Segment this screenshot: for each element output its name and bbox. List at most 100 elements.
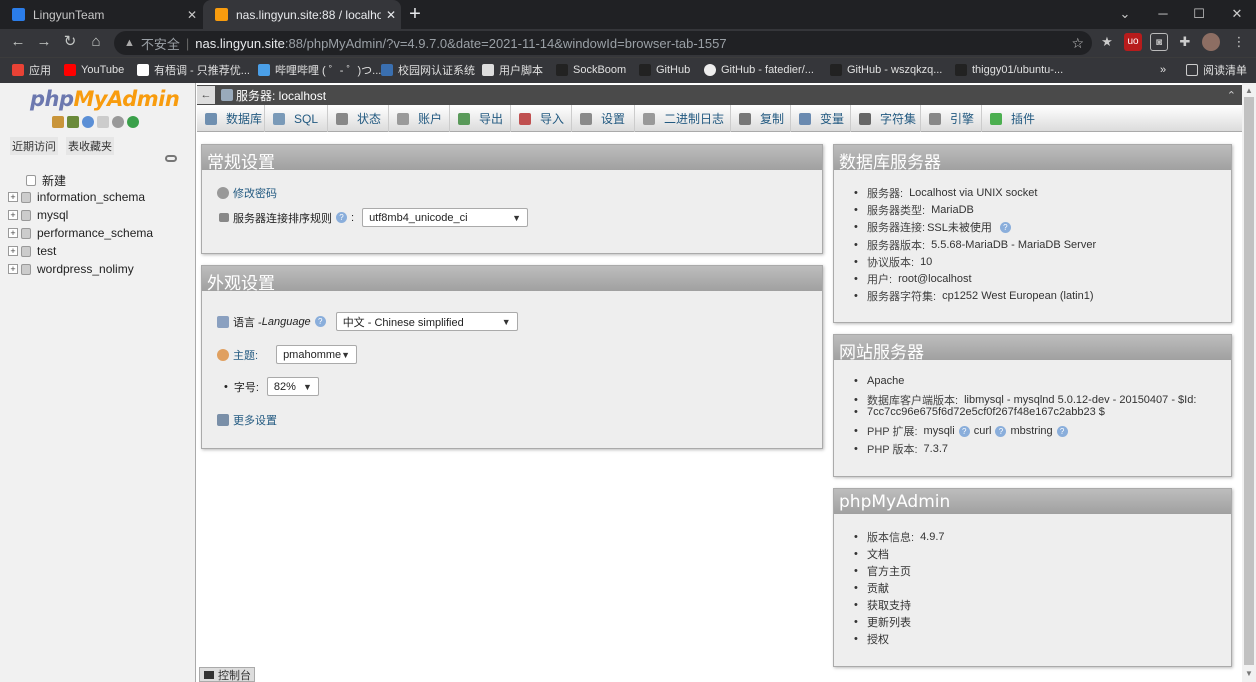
tab-recent[interactable]: 近期访问 bbox=[10, 137, 58, 155]
scrollbar-thumb[interactable] bbox=[1244, 97, 1254, 665]
tree-db-test[interactable]: + test bbox=[8, 244, 56, 258]
bookmark-github-fatedier[interactable]: GitHub - fatedier/... bbox=[704, 61, 814, 79]
extension-face-icon[interactable]: ◙ bbox=[1150, 33, 1168, 51]
license-link[interactable]: 授权 bbox=[854, 631, 889, 647]
help-icon[interactable]: ? bbox=[1056, 425, 1068, 437]
reload-icon[interactable]: ↻ bbox=[59, 32, 81, 52]
tab-settings[interactable]: 设置 bbox=[572, 105, 635, 132]
changelog-link[interactable]: 更新列表 bbox=[854, 614, 911, 630]
tree-db-mysql[interactable]: + mysql bbox=[8, 208, 68, 222]
fontsize-select[interactable]: 82% ▼ bbox=[266, 377, 319, 396]
tab-accounts[interactable]: 账户 bbox=[389, 105, 450, 132]
home-icon[interactable]: ⌂ bbox=[85, 32, 107, 52]
docs-icon[interactable] bbox=[97, 116, 109, 128]
tree-new-database[interactable]: 新建 bbox=[26, 172, 66, 189]
tree-db-performance-schema[interactable]: + performance_schema bbox=[8, 226, 153, 240]
help-icon[interactable]: ? bbox=[958, 425, 970, 437]
tab-sql[interactable]: SQL bbox=[265, 105, 328, 132]
more-menu-icon[interactable]: ⋮ bbox=[1230, 33, 1248, 51]
collapse-navigation-icon[interactable]: ← bbox=[197, 86, 215, 104]
reload-icon[interactable] bbox=[127, 116, 139, 128]
expand-icon[interactable]: + bbox=[8, 264, 18, 274]
help-icon[interactable]: ? bbox=[995, 425, 1007, 437]
bookmark-campus-auth[interactable]: 校园网认证系统 bbox=[381, 61, 475, 79]
docs-link[interactable]: 文档 bbox=[854, 546, 889, 562]
minimize-icon[interactable]: ─ bbox=[1144, 4, 1182, 24]
expand-icon[interactable]: + bbox=[8, 192, 18, 202]
tab-search-chevron-down-icon[interactable]: ⌄ bbox=[1106, 4, 1144, 24]
bookmark-userscripts[interactable]: 用户脚本 bbox=[482, 61, 543, 79]
new-tab-icon[interactable]: + bbox=[403, 4, 427, 26]
theme-label[interactable]: 主题: bbox=[233, 347, 258, 363]
tree-db-information-schema[interactable]: + information_schema bbox=[8, 190, 145, 204]
bookmark-github[interactable]: GitHub bbox=[639, 61, 690, 79]
expand-icon[interactable]: + bbox=[8, 228, 18, 238]
tab-binlog[interactable]: 二进制日志 bbox=[635, 105, 731, 132]
puzzle-icon[interactable]: ✚ bbox=[1176, 33, 1194, 51]
avatar[interactable] bbox=[1202, 33, 1220, 51]
bookmark-youshuitiao[interactable]: 有梧调 - 只推荐优... bbox=[137, 61, 250, 79]
help-icon[interactable]: ? bbox=[999, 221, 1011, 233]
reading-list[interactable]: 阅读清单 bbox=[1186, 61, 1247, 79]
support-link[interactable]: 获取支持 bbox=[854, 597, 911, 613]
tab-import[interactable]: 导入 bbox=[511, 105, 572, 132]
tab-charsets[interactable]: 字符集 bbox=[851, 105, 921, 132]
back-arrow-icon[interactable]: ← bbox=[7, 32, 29, 52]
expand-icon[interactable]: + bbox=[8, 246, 18, 256]
gear-icon[interactable] bbox=[112, 116, 124, 128]
console-toggle[interactable]: 控制台 bbox=[199, 667, 255, 682]
collation-select[interactable]: utf8mb4_unicode_ci ▼ bbox=[362, 208, 529, 227]
breadcrumb-server[interactable]: 服务器: localhost bbox=[236, 87, 326, 104]
page-scrollbar[interactable]: ▲ ▼ bbox=[1242, 83, 1256, 682]
bookmark-apps[interactable]: 应用 bbox=[12, 61, 51, 79]
list-item-continuation: 7cc7cc96e675f6d72e5cf0f267f48e167c2abb23… bbox=[854, 406, 1105, 418]
panel-title: 外观设置 bbox=[202, 266, 822, 294]
forward-arrow-icon[interactable]: → bbox=[33, 32, 55, 52]
tab-variables[interactable]: 变量 bbox=[791, 105, 851, 132]
window-close-icon[interactable]: ✕ bbox=[1218, 4, 1256, 24]
change-password-link[interactable]: 修改密码 bbox=[217, 185, 277, 201]
fontsize-label: 字号: bbox=[233, 381, 259, 394]
homepage-link[interactable]: 官方主页 bbox=[854, 563, 911, 579]
scroll-down-icon[interactable]: ▼ bbox=[1245, 669, 1253, 678]
browser-tab-phpmyadmin[interactable]: nas.lingyun.site:88 / localhost ✕ bbox=[203, 0, 401, 29]
bookmark-github-wszqkzq[interactable]: GitHub - wszqkzq... bbox=[830, 61, 942, 79]
database-icon bbox=[21, 191, 31, 203]
help-icon[interactable]: ? bbox=[336, 212, 347, 223]
scroll-up-icon[interactable]: ▲ bbox=[1245, 86, 1253, 95]
help-icon[interactable]: ? bbox=[314, 316, 326, 327]
tab-replication[interactable]: 复制 bbox=[731, 105, 791, 132]
tab-favorites[interactable]: 表收藏夹 bbox=[66, 137, 114, 155]
bookmark-bilibili[interactable]: 哔哩哔哩 ( ゜- ゜)つ... bbox=[258, 61, 381, 79]
ublock-icon[interactable]: uo bbox=[1124, 33, 1142, 51]
phpmyadmin-logo[interactable]: phpMyAdmin bbox=[30, 87, 180, 111]
bookmark-thiggy01[interactable]: thiggy01/ubuntu-... bbox=[955, 61, 1063, 79]
tab-engines[interactable]: 引擎 bbox=[921, 105, 982, 132]
theme-select[interactable]: pmahomme ▼ bbox=[276, 345, 358, 364]
more-settings-link[interactable]: 更多设置 bbox=[217, 412, 277, 428]
contribute-link[interactable]: 贡献 bbox=[854, 580, 889, 596]
bookmark-sockboom[interactable]: SockBoom bbox=[556, 61, 626, 79]
link-icon[interactable] bbox=[165, 155, 177, 162]
close-icon[interactable]: ✕ bbox=[381, 8, 401, 22]
close-icon[interactable]: ✕ bbox=[182, 8, 202, 22]
help-icon[interactable] bbox=[82, 116, 94, 128]
address-bar[interactable]: ▲ 不安全 | nas.lingyun.site :88/phpMyAdmin/… bbox=[114, 31, 1092, 55]
browser-tab-lingyunteam[interactable]: LingyunTeam ✕ bbox=[0, 0, 202, 29]
maximize-icon[interactable]: ☐ bbox=[1180, 4, 1218, 24]
language-select[interactable]: 中文 - Chinese simplified ▼ bbox=[335, 312, 518, 331]
expand-icon[interactable]: + bbox=[8, 210, 18, 220]
home-icon[interactable] bbox=[52, 116, 64, 128]
tab-status[interactable]: 状态 bbox=[328, 105, 389, 132]
bookmark-youtube[interactable]: YouTube bbox=[64, 61, 124, 79]
extension-star-icon[interactable]: ★ bbox=[1098, 33, 1116, 51]
tab-export[interactable]: 导出 bbox=[450, 105, 511, 132]
tab-plugins[interactable]: 插件 bbox=[982, 105, 1044, 132]
tree-db-wordpress-nolimy[interactable]: + wordpress_nolimy bbox=[8, 262, 134, 276]
collapse-icon[interactable]: ⌃ bbox=[1227, 89, 1236, 102]
bookmark-star-icon[interactable]: ☆ bbox=[1071, 35, 1084, 52]
logout-icon[interactable] bbox=[67, 116, 79, 128]
tab-databases[interactable]: 数据库 bbox=[197, 105, 265, 132]
more-bookmarks-icon[interactable]: » bbox=[1160, 61, 1166, 79]
panel-title: phpMyAdmin bbox=[834, 489, 1231, 514]
